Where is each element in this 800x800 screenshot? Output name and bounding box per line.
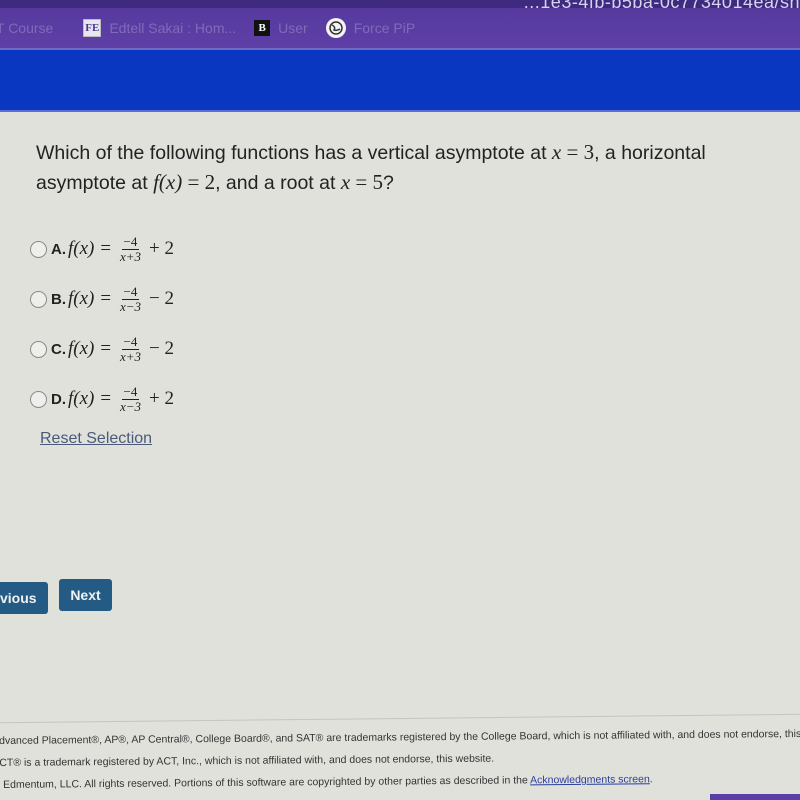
bookmark-label: User [278, 20, 308, 36]
question-text: Which of the following functions has a v… [36, 138, 796, 198]
option-a[interactable]: A. f(x) = −4 x+3 + 2 [30, 224, 174, 274]
numerator: −4 [121, 333, 140, 350]
radio-button[interactable] [30, 390, 47, 408]
radio-button[interactable] [30, 290, 47, 308]
bookmark-label: Force PiP [353, 20, 416, 36]
bookmark-label: T Course [0, 20, 54, 36]
bookmark-edtell-sakai[interactable]: FE Edtell Sakai : Hom... [83, 19, 236, 37]
previous-button[interactable]: Previous [0, 582, 48, 614]
radio-button[interactable] [30, 340, 47, 358]
denominator: x−3 [119, 398, 141, 414]
option-c[interactable]: C. f(x) = −4 x+3 − 2 [30, 324, 174, 374]
math-value: 2 [204, 170, 216, 194]
math-value: 5 [372, 170, 384, 194]
footer: Advanced Placement®, AP®, AP Central®, C… [0, 723, 800, 796]
math-value: 3 [583, 140, 595, 164]
bookmarks-bar: T Course FE Edtell Sakai : Hom... B User… [0, 8, 800, 48]
numerator: −4 [121, 233, 140, 250]
option-letter: A. [51, 240, 66, 258]
option-tail: + 2 [148, 388, 174, 409]
app-header [0, 48, 800, 112]
option-letter: C. [51, 340, 66, 358]
option-tail: − 2 [148, 338, 174, 359]
b-logo-icon: B [254, 20, 271, 36]
fe-logo-icon: FE [83, 19, 102, 37]
option-letter: B. [51, 290, 66, 308]
math-var: x [551, 140, 562, 164]
option-lhs: f(x) = [68, 238, 112, 259]
math-var: x [340, 170, 351, 194]
numerator: −4 [121, 383, 140, 400]
fraction: −4 x+3 [119, 233, 141, 264]
option-letter: D. [51, 390, 66, 408]
next-button[interactable]: Next [59, 579, 112, 611]
question-text-part: , and a root at [215, 172, 341, 194]
answer-options: A. f(x) = −4 x+3 + 2 B. f(x) = −4 x−3 − … [30, 224, 174, 424]
question-mark: ? [383, 172, 394, 194]
question-panel: Which of the following functions has a v… [0, 112, 800, 800]
math-eq: = [561, 140, 584, 164]
option-b[interactable]: B. f(x) = −4 x−3 − 2 [30, 274, 174, 324]
option-lhs: f(x) = [68, 388, 112, 409]
previous-label: Previous [0, 590, 37, 606]
globe-icon [325, 18, 346, 38]
taskbar-corner [710, 794, 800, 800]
bookmark-course[interactable]: T Course [0, 20, 53, 36]
footer-period: . [649, 773, 653, 786]
fraction: −4 x+3 [119, 333, 141, 364]
radio-button[interactable] [30, 240, 47, 258]
bookmark-force-pip[interactable]: Force PiP [325, 18, 416, 38]
bookmark-label: Edtell Sakai : Hom... [109, 20, 237, 36]
math-eq: = [182, 170, 205, 194]
denominator: x+3 [119, 348, 141, 364]
acknowledgments-link[interactable]: Acknowledgments screen [530, 773, 650, 786]
denominator: x+3 [119, 248, 141, 264]
option-d[interactable]: D. f(x) = −4 x−3 + 2 [30, 374, 174, 424]
footer-divider [0, 713, 800, 724]
question-text-part: Which of the following functions has a v… [36, 142, 552, 164]
option-lhs: f(x) = [68, 338, 112, 359]
numerator: −4 [121, 283, 140, 300]
math-eq: = [350, 170, 373, 194]
math-fx: f(x) [153, 170, 183, 194]
bookmark-user[interactable]: B User [254, 20, 308, 36]
option-tail: − 2 [148, 288, 174, 309]
fraction: −4 x−3 [119, 283, 141, 314]
option-lhs: f(x) = [68, 288, 112, 309]
denominator: x−3 [119, 298, 141, 314]
reset-selection-link[interactable]: Reset Selection [40, 430, 152, 448]
fraction: −4 x−3 [119, 383, 141, 414]
footer-copyright-text: © Edmentum, LLC. All rights reserved. Po… [0, 774, 531, 792]
option-tail: + 2 [148, 238, 174, 259]
